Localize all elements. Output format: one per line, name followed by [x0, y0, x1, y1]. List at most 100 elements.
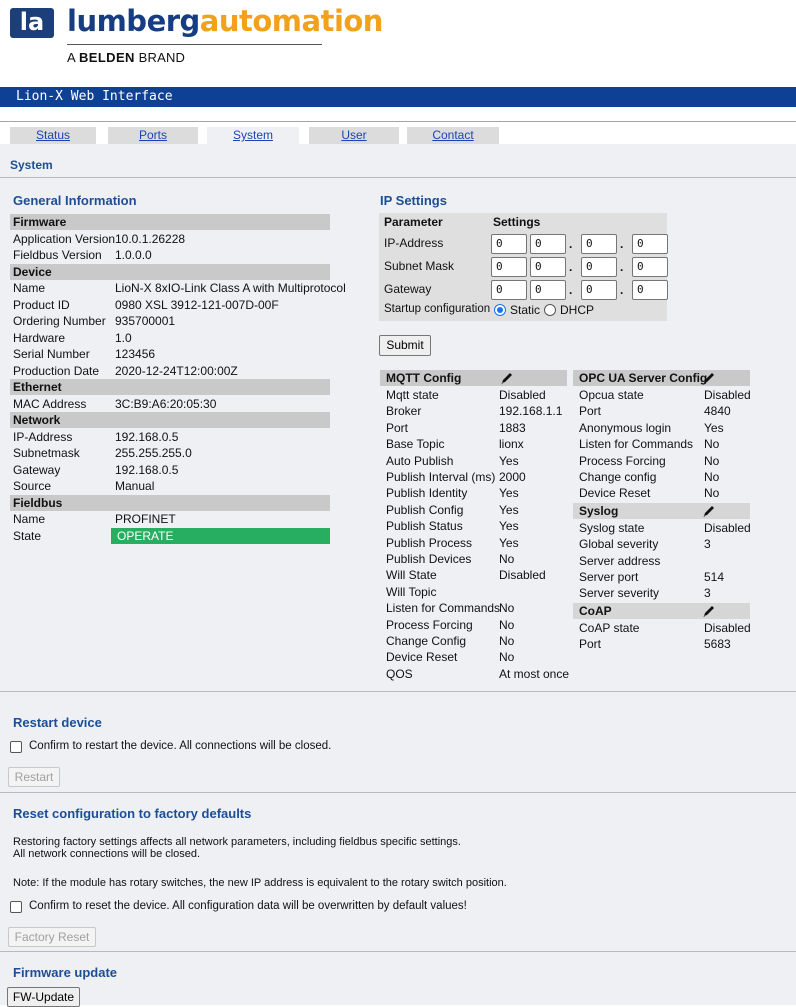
config-label: Server port: [579, 570, 639, 584]
pencil-icon[interactable]: [701, 604, 717, 618]
config-label: Publish Config: [386, 502, 464, 517]
info-label: Name: [13, 512, 46, 526]
opcua-row: Opcua state Disabled: [573, 387, 751, 403]
mqtt-row: Publish Config Yes: [380, 502, 567, 518]
info-group-heading: Ethernet: [10, 379, 330, 395]
info-label: Application Version: [13, 231, 116, 246]
info-group-heading: Network: [10, 412, 330, 428]
config-value: 192.168.1.1: [499, 404, 563, 419]
config-value: Disabled: [704, 520, 751, 535]
config-label: Process Forcing: [386, 617, 473, 632]
config-label: Base Topic: [386, 437, 445, 452]
factory-reset-confirm-label: Confirm to reset the device. All configu…: [29, 900, 467, 912]
info-value: 10.0.1.26228: [115, 231, 186, 246]
page-title: System: [10, 158, 53, 172]
ip-octet-input[interactable]: 0: [530, 280, 566, 300]
coap-title: CoAP: [579, 603, 612, 618]
config-value: Yes: [499, 453, 519, 468]
config-value: 514: [704, 570, 725, 584]
restart-button[interactable]: Restart: [8, 767, 60, 787]
mqtt-row: Broker 192.168.1.1: [380, 403, 567, 419]
ip-octet-input[interactable]: 0: [632, 257, 668, 277]
ip-col-settings: Settings: [493, 215, 541, 229]
pencil-icon[interactable]: [701, 504, 717, 518]
la-logo-icon: la: [10, 8, 54, 38]
ip-col-parameter: Parameter: [384, 215, 443, 229]
info-label: Production Date: [13, 363, 100, 378]
coap-row: Port 5683: [573, 636, 750, 652]
config-value: No: [704, 437, 720, 452]
info-value: 1.0: [115, 330, 132, 345]
info-label: MAC Address: [13, 396, 87, 411]
brand-logo: la lumbergautomation A BELDEN BRAND: [10, 4, 383, 70]
syslog-row: Server port 514: [573, 569, 750, 585]
factory-reset-button[interactable]: Factory Reset: [8, 927, 96, 947]
ip-octet-input[interactable]: 0: [581, 280, 617, 300]
config-value: 3: [704, 586, 711, 601]
ip-octet-input[interactable]: 0: [581, 257, 617, 277]
status-badge: OPERATE: [111, 527, 330, 544]
general-info-title: General Information: [13, 193, 137, 208]
ip-octet-input[interactable]: 0: [491, 257, 527, 277]
section-divider: [0, 951, 796, 952]
ip-octet-input[interactable]: 0: [632, 280, 668, 300]
config-label: Broker: [386, 404, 422, 419]
submit-button[interactable]: Submit: [379, 335, 431, 356]
ip-octet-input[interactable]: 0: [581, 234, 617, 254]
tab-status[interactable]: Status: [10, 127, 96, 144]
opcua-title: OPC UA Server Config: [579, 371, 708, 385]
config-value: Disabled: [499, 568, 546, 583]
factory-reset-confirm-checkbox[interactable]: [10, 901, 22, 913]
config-label: Process Forcing: [579, 453, 666, 468]
syslog-row: Server address: [573, 553, 750, 569]
ip-octet-input[interactable]: 0: [632, 234, 668, 254]
startup-config-label: Startup configuration: [384, 303, 491, 315]
mqtt-row: Listen for Commands No: [380, 600, 567, 616]
info-value: 192.168.0.5: [115, 462, 179, 477]
info-label: Hardware: [13, 330, 66, 345]
ip-octet-input[interactable]: 0: [530, 234, 566, 254]
logo-tagline: A BELDEN BRAND: [67, 50, 186, 65]
ip-octet-input[interactable]: 0: [530, 257, 566, 277]
ip-field-label: Subnet Mask: [384, 259, 455, 273]
config-value: No: [704, 453, 720, 468]
factory-reset-text: Restoring factory settings affects all n…: [13, 836, 461, 848]
info-value: 192.168.0.5: [115, 429, 179, 444]
config-label: Publish Process: [386, 535, 473, 550]
info-label: Product ID: [13, 297, 70, 312]
fw-update-button[interactable]: FW-Update: [7, 987, 80, 1007]
pencil-icon[interactable]: [701, 371, 717, 385]
config-label: Port: [386, 420, 409, 435]
config-label: QOS: [386, 666, 413, 681]
tab-user[interactable]: User: [309, 127, 399, 144]
tab-contact[interactable]: Contact: [407, 127, 499, 144]
ip-octet-input[interactable]: 0: [491, 234, 527, 254]
syslog-title: Syslog: [579, 503, 619, 518]
config-value: Yes: [499, 486, 519, 501]
mqtt-row: Publish Identity Yes: [380, 485, 567, 501]
info-row: Name PROFINET: [10, 511, 330, 527]
opcua-row: Listen for Commands No: [573, 436, 750, 452]
info-group-heading: Firmware: [10, 214, 330, 230]
restart-confirm-checkbox[interactable]: [10, 741, 22, 753]
syslog-row: Server severity 3: [573, 585, 750, 601]
info-group-heading: Fieldbus: [10, 494, 330, 511]
config-value: No: [499, 617, 515, 632]
ip-octet-input[interactable]: 0: [491, 280, 527, 300]
info-value: PROFINET: [115, 512, 176, 526]
info-label: Subnetmask: [13, 446, 80, 460]
tab-ports[interactable]: Ports: [108, 127, 198, 144]
mqtt-title: MQTT Config: [386, 371, 462, 385]
info-value: 3C:B9:A6:20:05:30: [115, 396, 217, 411]
info-row: Application Version 10.0.1.26228: [10, 231, 330, 247]
mqtt-row: Mqtt state Disabled: [380, 387, 567, 403]
pencil-icon[interactable]: [499, 371, 515, 385]
restart-title: Restart device: [13, 715, 102, 730]
mqtt-row: Change Config No: [380, 633, 567, 649]
static-radio[interactable]: [494, 304, 506, 316]
config-label: Change config: [579, 470, 657, 484]
dhcp-radio[interactable]: [544, 304, 556, 316]
config-value: 3: [704, 537, 711, 552]
firmware-update-title: Firmware update: [13, 965, 118, 980]
factory-reset-text-2: All network connections will be closed.: [13, 848, 201, 860]
